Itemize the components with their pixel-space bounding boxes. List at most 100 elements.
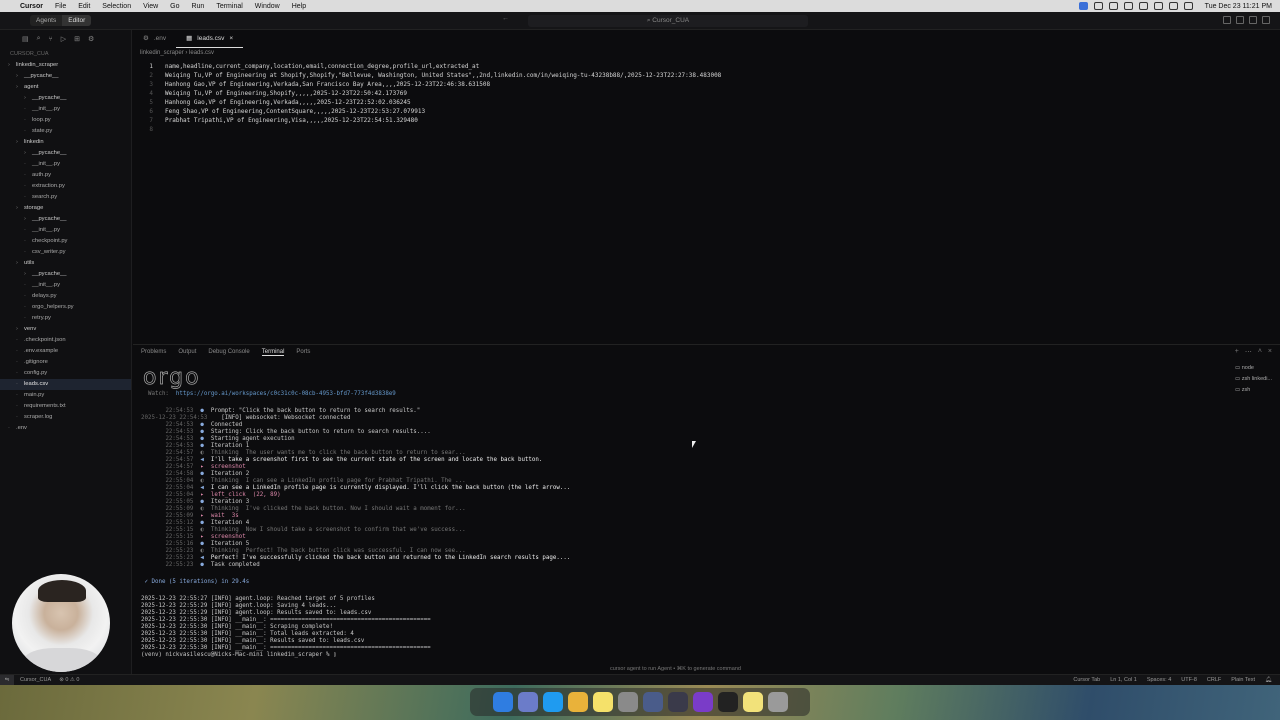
tab-ports[interactable]: Ports [296, 349, 310, 355]
cursor-position[interactable]: Ln 1, Col 1 [1110, 677, 1137, 683]
tree-folder[interactable]: › venv [0, 324, 131, 335]
tray-app-icon[interactable] [1123, 2, 1133, 10]
tree-folder[interactable]: › agent [0, 82, 131, 93]
extensions-icon[interactable]: ⊞ [74, 35, 80, 43]
run-debug-icon[interactable]: ▷ [61, 35, 66, 43]
tree-folder[interactable]: › storage [0, 203, 131, 214]
command-center[interactable]: ⌕ Cursor_CUA [528, 15, 808, 27]
menu-app-name[interactable]: Cursor [20, 3, 43, 10]
tree-file[interactable]: · main.py [0, 390, 131, 401]
tab-env[interactable]: ⚙ .env [133, 30, 176, 48]
menu-terminal[interactable]: Terminal [216, 3, 242, 10]
screen-record-icon[interactable] [1078, 2, 1088, 10]
tree-file[interactable]: · __init__.py [0, 225, 131, 236]
menu-run[interactable]: Run [191, 3, 204, 10]
tree-file[interactable]: · search.py [0, 192, 131, 203]
terminal-output[interactable]: orgo Watch: https://orgo.ai/workspaces/c… [141, 365, 1211, 659]
customize-layout-icon[interactable] [1262, 16, 1270, 24]
dock-app-icon[interactable] [767, 692, 788, 712]
tree-file[interactable]: · scraper.log [0, 412, 131, 423]
tray-app-icon[interactable] [1108, 2, 1118, 10]
dock-app-icon[interactable] [492, 692, 513, 712]
battery-icon[interactable] [1138, 2, 1148, 10]
tree-file[interactable]: · __init__.py [0, 280, 131, 291]
tree-file[interactable]: · .env.example [0, 346, 131, 357]
code-editor[interactable]: 1 name,headline,current_company,location,… [133, 62, 1280, 342]
wifi-icon[interactable] [1153, 2, 1163, 10]
terminal-session[interactable]: ▭ zsh linkedi... [1235, 376, 1272, 387]
tree-folder[interactable]: › __pycache__ [0, 71, 131, 82]
close-icon[interactable]: × [1268, 348, 1272, 356]
workspace-name[interactable]: Cursor_CUA [20, 677, 51, 683]
maximize-panel-icon[interactable]: ˄ [1258, 348, 1262, 356]
dock-app-icon[interactable] [542, 692, 563, 712]
problems-count[interactable]: ⊗ 0 ⚠ 0 [59, 677, 79, 683]
shell-prompt[interactable]: (venv) nickvasilescu@Nicks-Mac-mini link… [141, 652, 1211, 659]
menu-view[interactable]: View [143, 3, 158, 10]
tree-file[interactable]: · loop.py [0, 115, 131, 126]
more-icon[interactable]: ⋯ [1245, 348, 1252, 356]
menu-edit[interactable]: Edit [78, 3, 90, 10]
dock-app-icon[interactable] [692, 692, 713, 712]
tree-folder[interactable]: › __pycache__ [0, 269, 131, 280]
toggle-sidebar-icon[interactable] [1223, 16, 1231, 24]
tab-debug-console[interactable]: Debug Console [208, 349, 249, 355]
control-center-icon[interactable] [1183, 2, 1193, 10]
menu-window[interactable]: Window [255, 3, 280, 10]
tree-file[interactable]: · .env [0, 423, 131, 434]
menu-go[interactable]: Go [170, 3, 179, 10]
dock-app-icon[interactable] [717, 692, 738, 712]
tree-file[interactable]: · extraction.py [0, 181, 131, 192]
indentation[interactable]: Spaces: 4 [1147, 677, 1171, 683]
menu-selection[interactable]: Selection [102, 3, 131, 10]
back-arrow-icon[interactable]: ← [502, 15, 509, 22]
settings-icon[interactable]: ⚙ [88, 35, 94, 43]
dock-app-icon[interactable] [517, 692, 538, 712]
toggle-secondary-sidebar-icon[interactable] [1249, 16, 1257, 24]
notifications-icon[interactable]: 🔔︎ [1265, 677, 1272, 683]
breadcrumb-folder[interactable]: linkedin_scraper [140, 50, 184, 56]
tab-terminal[interactable]: Terminal [261, 349, 285, 356]
search-icon[interactable]: ⌕ [37, 35, 41, 43]
tray-app-icon[interactable] [1093, 2, 1103, 10]
tree-file[interactable]: · __init__.py [0, 104, 131, 115]
dock-app-icon[interactable] [642, 692, 663, 712]
watch-url[interactable]: https://orgo.ai/workspaces/c0c31c0c-08cb… [176, 391, 396, 397]
encoding[interactable]: UTF-8 [1181, 677, 1197, 683]
tree-file[interactable]: · checkpoint.py [0, 236, 131, 247]
cursor-tab-status[interactable]: Cursor Tab [1073, 677, 1100, 683]
search-icon[interactable] [1168, 2, 1178, 10]
tab-leads-csv[interactable]: ▦ leads.csv × [176, 30, 244, 48]
mode-editor[interactable]: Editor [62, 15, 92, 26]
tree-file[interactable]: · orgo_helpers.py [0, 302, 131, 313]
tree-file[interactable]: · .checkpoint.json [0, 335, 131, 346]
line-ending[interactable]: CRLF [1207, 677, 1221, 683]
tree-file[interactable]: · auth.py [0, 170, 131, 181]
tree-folder[interactable]: › __pycache__ [0, 214, 131, 225]
mode-agents[interactable]: Agents [30, 15, 62, 26]
tree-folder[interactable]: › linkedin [0, 137, 131, 148]
dock-app-icon[interactable] [567, 692, 588, 712]
tree-file[interactable]: · leads.csv [0, 379, 131, 390]
dock-app-icon[interactable] [667, 692, 688, 712]
language-mode[interactable]: Plain Text [1231, 677, 1255, 683]
breadcrumb-file[interactable]: leads.csv [189, 50, 214, 56]
terminal-session[interactable]: ▭ zsh [1235, 387, 1272, 398]
tree-file[interactable]: · state.py [0, 126, 131, 137]
dock-app-icon[interactable] [617, 692, 638, 712]
tree-file[interactable]: · __init__.py [0, 159, 131, 170]
tree-file[interactable]: · config.py [0, 368, 131, 379]
tree-file[interactable]: · requirements.txt [0, 401, 131, 412]
tree-file[interactable]: · retry.py [0, 313, 131, 324]
dock-app-icon[interactable] [742, 692, 763, 712]
toggle-panel-icon[interactable] [1236, 16, 1244, 24]
tree-file[interactable]: · delays.py [0, 291, 131, 302]
tab-output[interactable]: Output [178, 349, 196, 355]
menu-clock[interactable]: Tue Dec 23 11:21 PM [1205, 3, 1272, 10]
menu-file[interactable]: File [55, 3, 66, 10]
tree-file[interactable]: · .gitignore [0, 357, 131, 368]
dock-app-icon[interactable] [592, 692, 613, 712]
tree-folder[interactable]: › __pycache__ [0, 93, 131, 104]
menu-help[interactable]: Help [292, 3, 306, 10]
remote-icon[interactable]: ⇋ [0, 674, 14, 686]
